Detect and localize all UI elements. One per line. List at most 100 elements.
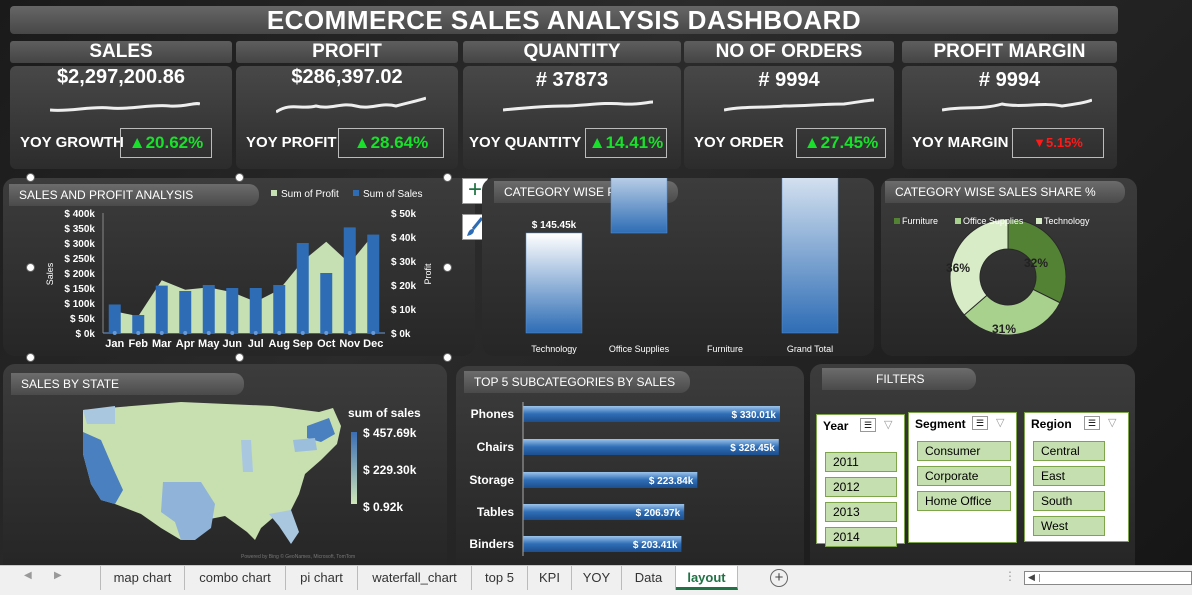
slicer-region-item[interactable]: East — [1033, 466, 1105, 486]
map-credit: Powered by Bing © GeoNames, Microsoft, T… — [241, 553, 355, 560]
multi-select-icon[interactable]: ☰ — [1084, 416, 1100, 430]
kpi-yoy-value: ▲28.64% — [338, 128, 444, 158]
kpi-header-2: QUANTITY — [463, 41, 681, 63]
resize-handle[interactable] — [443, 263, 452, 272]
donut-chart: 32% 31% 36% Furniture Office Supplies Technol… — [894, 216, 1090, 336]
top5-panel[interactable]: TOP 5 SUBCATEGORIES BY SALES $ 330.01k Ph… — [456, 366, 804, 565]
y-tick-label: $ 100k — [64, 299, 95, 310]
resize-handle[interactable] — [443, 173, 452, 182]
add-sheet-button[interactable]: + — [770, 569, 788, 587]
data-label: $ 206.97k — [636, 508, 681, 519]
profit-area — [114, 234, 374, 333]
sheet-tab-combo-chart[interactable]: combo chart — [185, 566, 286, 590]
slicer-segment-item[interactable]: Home Office — [917, 491, 1011, 511]
sparkline-path — [942, 98, 1092, 112]
kpi-yoy-value: ▲14.41% — [585, 128, 667, 158]
clear-filter-icon[interactable]: ▽ — [1108, 416, 1116, 429]
x-tick-label: Mar — [152, 338, 172, 350]
scroll-left-icon[interactable]: ◀ — [24, 570, 32, 581]
sheet-tab-pi-chart[interactable]: pi chart — [286, 566, 358, 590]
resize-handle[interactable] — [26, 263, 35, 272]
donut-panel[interactable]: CATEGORY WISE SALES SHARE % 32% 31% 36% Fur… — [881, 178, 1137, 356]
kpi-value: # 9994 — [758, 69, 820, 91]
sheet-tab-waterfall-chart[interactable]: waterfall_chart — [358, 566, 472, 590]
waterfall-panel[interactable]: CATEGORY WISE PROFIT $ 145.45k Technology… — [482, 178, 874, 356]
resize-handle[interactable] — [235, 353, 244, 362]
sales-bar — [202, 285, 215, 333]
multi-select-icon[interactable]: ☰ — [972, 416, 988, 430]
kpi-yoy-value: ▲27.45% — [796, 128, 886, 158]
slicer-region-item[interactable]: Central — [1033, 441, 1105, 461]
slicer-region-item[interactable]: West — [1033, 516, 1105, 536]
x-axis-marker — [300, 331, 305, 335]
map-panel[interactable]: SALES BY STATE Powered by Bing © GeoName… — [3, 364, 447, 565]
sheet-tab-kpi[interactable]: KPI — [528, 566, 572, 590]
sales-bar — [226, 288, 239, 333]
slicer-region-item[interactable]: South — [1033, 491, 1105, 511]
combo-chart-panel[interactable]: SALES AND PROFIT ANALYSIS Sum of Profit S… — [3, 178, 475, 356]
sales-bar — [108, 304, 121, 333]
sales-bar — [320, 273, 333, 333]
data-label: $ 223.84k — [649, 476, 694, 487]
legend-profit-label: Sum of Profit — [281, 189, 339, 200]
resize-handle[interactable] — [26, 173, 35, 182]
resize-handle[interactable] — [235, 173, 244, 182]
scroll-right-icon[interactable]: ▶ — [54, 570, 62, 581]
sparkline-path — [276, 96, 426, 114]
x-tick-label: Furniture — [707, 344, 743, 354]
kpi-yoy-label: YOY PROFIT — [246, 134, 337, 151]
sales-bar — [249, 288, 262, 333]
sheet-tab-yoy[interactable]: YOY — [572, 566, 622, 590]
slicer-segment-item[interactable]: Corporate — [917, 466, 1011, 486]
slicer-year-item[interactable]: 2013 — [825, 502, 897, 522]
y2-tick-label: $ 30k — [391, 257, 416, 268]
clear-filter-icon[interactable]: ▽ — [884, 418, 892, 431]
map-legend-max: $ 457.69k — [363, 426, 417, 440]
slicer-segment-item[interactable]: Consumer — [917, 441, 1011, 461]
x-tick-label: Office Supplies — [609, 344, 670, 354]
x-axis-marker — [183, 331, 188, 335]
map-legend-min: $ 0.92k — [363, 500, 404, 514]
sheet-tab-map-chart[interactable]: map chart — [100, 566, 185, 590]
y2-tick-label: $ 10k — [391, 305, 416, 316]
more-options-icon[interactable]: ⋮ — [1004, 569, 1016, 583]
data-label: $ 328.45k — [730, 443, 775, 454]
kpi-value: $2,297,200.86 — [57, 66, 185, 88]
kpi-sparkline — [503, 100, 653, 112]
florida — [269, 510, 299, 544]
slicer-region-title: Region — [1031, 417, 1072, 431]
y-tick-label: $ 0k — [76, 329, 96, 340]
sales-bar — [367, 234, 380, 333]
waterfall-bar — [781, 178, 839, 334]
multi-select-icon[interactable]: ☰ — [860, 418, 876, 432]
legend-label: Technology — [1044, 216, 1090, 226]
slicer-year-item[interactable]: 2012 — [825, 477, 897, 497]
clear-filter-icon[interactable]: ▽ — [996, 416, 1004, 429]
sales-bar — [343, 227, 356, 333]
sales-bar — [273, 285, 286, 333]
map-legend-mid: $ 229.30k — [363, 463, 417, 477]
scrollbar-thumb[interactable] — [1039, 574, 1047, 582]
x-tick-label: Jul — [248, 338, 264, 350]
resize-handle[interactable] — [26, 353, 35, 362]
kpi-value: # 9994 — [978, 69, 1041, 91]
y2-tick-label: $ 50k — [391, 209, 416, 220]
sheet-tab-data[interactable]: Data — [622, 566, 676, 590]
slicer-year-item[interactable]: 2011 — [825, 452, 897, 472]
x-tick-label: Aug — [269, 338, 290, 350]
sheet-tab-layout[interactable]: layout — [676, 566, 738, 590]
slicer-year-item[interactable]: 2014 — [825, 527, 897, 547]
slicer-region: Region ☰ ▽ Central East South West — [1024, 412, 1129, 542]
y-tick-label: $ 250k — [64, 254, 95, 265]
category-label: Chairs — [477, 440, 515, 454]
resize-handle[interactable] — [443, 353, 452, 362]
horizontal-scrollbar[interactable]: ◀ — [1024, 571, 1192, 585]
combo-chart: Sum of Profit Sum of Sales Jan Feb Mar Apr May… — [45, 189, 433, 350]
data-label: $ 330.01k — [732, 410, 777, 421]
sheet-tab-top-5[interactable]: top 5 — [472, 566, 528, 590]
scroll-left-arrow-icon[interactable]: ◀ — [1028, 572, 1035, 583]
legend-sales-label: Sum of Sales — [363, 189, 422, 200]
y-tick-label: $ 150k — [64, 284, 95, 295]
kpi-yoy-value: ▼5.15% — [1012, 128, 1104, 158]
kpi-card-4: # 9994 YOY MARGIN ▼5.15% — [902, 66, 1117, 169]
